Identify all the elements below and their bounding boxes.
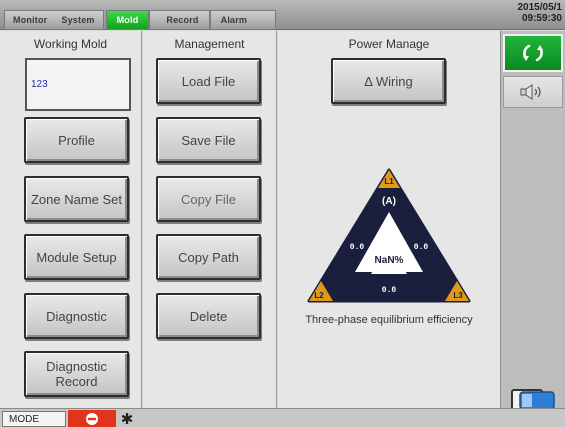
wiring-button[interactable]: Δ Wiring <box>331 58 446 104</box>
bottom-status-bar: MODE ✱ <box>0 408 565 427</box>
power-manage-panel: Power Manage Δ Wiring L1 L2 L3 (A) 0.0 0… <box>278 31 500 408</box>
clock: 2015/05/1 09:59:30 <box>518 2 563 24</box>
diagnostic-button[interactable]: Diagnostic <box>24 293 129 339</box>
delete-button[interactable]: Delete <box>156 293 261 339</box>
corner-l2-label: L2 <box>314 291 324 300</box>
stop-icon <box>86 413 98 425</box>
working-mold-panel: Working Mold 123 Profile Zone Name Set M… <box>0 31 142 408</box>
speaker-icon <box>520 84 541 100</box>
corner-l1-label: L1 <box>384 177 394 186</box>
management-panel: Management Load File Save File Copy File… <box>143 31 277 408</box>
tab-mold-label: Mold <box>116 15 139 25</box>
snowflake-icon: ✱ <box>120 411 134 427</box>
connection-button[interactable] <box>503 34 563 72</box>
save-file-button[interactable]: Save File <box>156 117 261 163</box>
speaker-button[interactable] <box>503 76 563 108</box>
load-file-button[interactable]: Load File <box>156 58 261 104</box>
tab-monitor-label: Monitor <box>13 15 48 25</box>
profile-button[interactable]: Profile <box>24 117 129 163</box>
efficiency-caption: Three-phase equilibrium efficiency <box>305 314 473 326</box>
tab-record-label: Record <box>166 15 199 25</box>
phase-triangle: L1 L2 L3 (A) 0.0 0.0 0.0 NaN% <box>307 168 471 303</box>
phase-triangle-graphic: L1 L2 L3 (A) 0.0 0.0 0.0 NaN% <box>307 168 471 303</box>
tab-system-label[interactable]: System <box>61 15 94 25</box>
current-l1-l2-value: 0.0 <box>350 243 365 252</box>
unit-label: (A) <box>382 196 396 207</box>
mode-indicator[interactable]: MODE <box>2 411 66 427</box>
right-side-panel <box>500 31 565 411</box>
corner-l3-label: L3 <box>453 291 463 300</box>
clock-time: 09:59:30 <box>521 13 562 24</box>
refresh-arrows-icon <box>523 44 543 62</box>
clock-date: 2015/05/1 <box>517 2 563 13</box>
tab-record[interactable]: Record <box>149 10 210 30</box>
tab-mold[interactable]: Mold <box>105 10 150 30</box>
copy-file-button[interactable]: Copy File <box>156 176 261 222</box>
zone-name-set-button[interactable]: Zone Name Set <box>24 176 129 222</box>
working-mold-title: Working Mold <box>33 37 108 51</box>
stop-button[interactable] <box>68 410 116 427</box>
copy-path-button[interactable]: Copy Path <box>156 234 261 280</box>
power-manage-title: Power Manage <box>348 37 430 51</box>
mold-name-field[interactable]: 123 <box>25 58 131 111</box>
current-l1-l3-value: 0.0 <box>414 243 429 252</box>
diagnostic-record-button[interactable]: Diagnostic Record <box>24 351 129 397</box>
tab-alarm-label: Alarm <box>220 15 248 25</box>
top-tab-bar: Monitor System Mold Record Alarm 2015/05… <box>0 0 565 30</box>
tab-monitor[interactable]: Monitor System <box>4 10 104 30</box>
efficiency-value: NaN% <box>375 255 404 266</box>
module-setup-button[interactable]: Module Setup <box>24 234 129 280</box>
tab-alarm[interactable]: Alarm <box>209 10 277 30</box>
management-title: Management <box>174 37 245 51</box>
current-l2-l3-value: 0.0 <box>382 286 397 295</box>
